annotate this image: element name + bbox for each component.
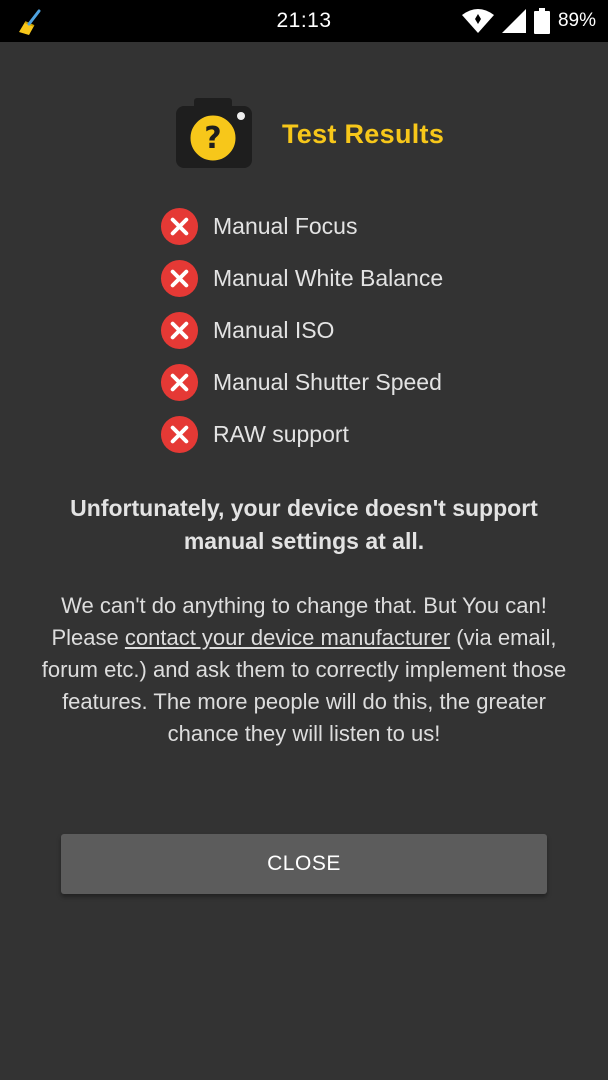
feature-label: Manual Shutter Speed — [213, 368, 442, 395]
x-circle-icon — [160, 259, 199, 297]
x-circle-icon — [160, 363, 199, 401]
feature-item-manual-iso: Manual ISO — [160, 304, 580, 356]
feature-label: Manual White Balance — [213, 264, 444, 291]
status-bar: 21:13 89% — [0, 0, 608, 42]
feature-label: Manual ISO — [213, 316, 335, 343]
x-circle-icon — [160, 415, 199, 453]
x-circle-icon — [160, 207, 199, 245]
camera-question-icon: ? — [176, 98, 252, 168]
x-circle-icon — [160, 311, 199, 349]
feature-item-manual-white-balance: Manual White Balance — [160, 252, 580, 304]
contact-manufacturer-link[interactable]: contact your device manufacturer — [125, 625, 450, 650]
feature-item-raw-support: RAW support — [160, 408, 580, 460]
close-button[interactable]: CLOSE — [61, 834, 547, 894]
signal-icon — [501, 9, 526, 33]
feature-list: Manual Focus Manual White Balance Manual… — [160, 200, 580, 460]
unsupported-warning: Unfortunately, your device doesn't suppo… — [70, 495, 538, 554]
wifi-icon — [461, 9, 494, 33]
help-message: We can't do anything to change that. But… — [40, 590, 568, 750]
svg-text:?: ? — [204, 121, 221, 156]
feature-label: RAW support — [213, 420, 349, 447]
feature-item-manual-focus: Manual Focus — [160, 200, 580, 252]
page-title: Test Results — [282, 118, 445, 149]
status-icons: 89% — [461, 8, 596, 34]
battery-icon — [533, 8, 550, 34]
results-header: ? Test Results — [174, 96, 444, 172]
battery-percentage: 89% — [557, 10, 596, 31]
feature-item-manual-shutter-speed: Manual Shutter Speed — [160, 356, 580, 408]
feature-label: Manual Focus — [213, 212, 358, 239]
